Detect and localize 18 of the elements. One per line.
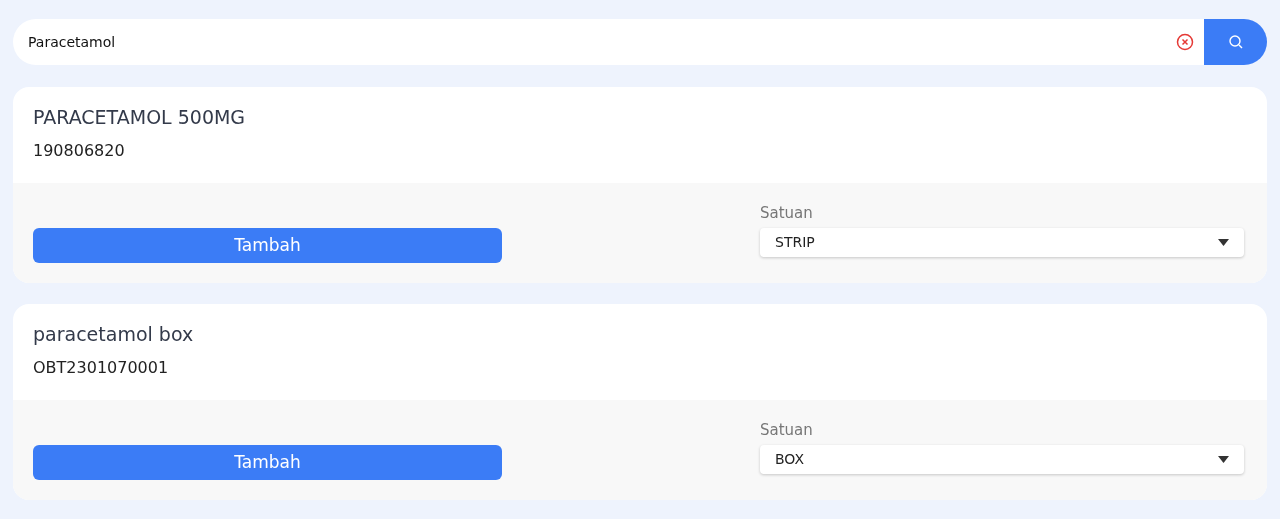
product-code: 190806820 — [33, 141, 125, 161]
search-button[interactable] — [1204, 19, 1267, 65]
add-button[interactable]: Tambah — [33, 445, 502, 480]
product-name: paracetamol box — [33, 322, 194, 346]
search-icon — [1227, 34, 1244, 50]
search-field[interactable]: Paracetamol — [13, 19, 1204, 65]
unit-value: BOX — [775, 450, 805, 469]
unit-label: Satuan — [760, 421, 813, 439]
unit-dropdown[interactable]: BOX — [760, 445, 1244, 474]
caret-icon — [1218, 456, 1229, 463]
clear-icon[interactable] — [1176, 33, 1194, 51]
unit-label: Satuan — [760, 204, 813, 222]
unit-value: STRIP — [775, 233, 815, 252]
add-button[interactable]: Tambah — [33, 228, 502, 263]
unit-dropdown[interactable]: STRIP — [760, 228, 1244, 257]
product-code: OBT2301070001 — [33, 358, 169, 378]
caret-icon — [1218, 239, 1229, 246]
product-name: PARACETAMOL 500MG — [33, 105, 246, 129]
